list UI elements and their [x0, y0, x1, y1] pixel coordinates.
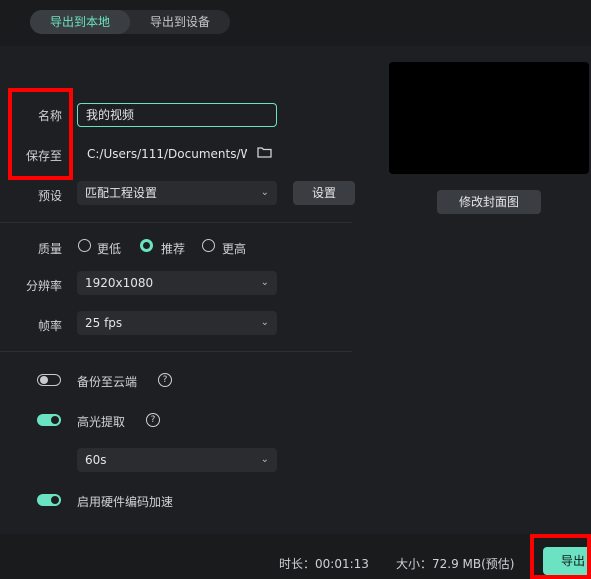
quality-radio-lower[interactable] [78, 239, 91, 252]
name-input[interactable]: 我的视频 [77, 103, 277, 127]
resolution-select[interactable]: 1920x1080 ⌄ [77, 271, 277, 295]
quality-option-recommended: 推荐 [161, 242, 186, 256]
settings-button[interactable]: 设置 [293, 181, 355, 205]
divider [0, 222, 352, 223]
video-preview [389, 62, 589, 174]
resolution-label: 分辨率 [25, 279, 62, 293]
highlight-duration-value: 60s [85, 453, 107, 467]
quality-option-lower: 更低 [97, 242, 122, 256]
cloud-backup-label: 备份至云端 [77, 375, 138, 389]
quality-radio-recommended[interactable] [140, 239, 153, 252]
quality-radio-higher[interactable] [202, 239, 215, 252]
preset-select[interactable]: 匹配工程设置 ⌄ [77, 181, 277, 205]
change-cover-button[interactable]: 修改封面图 [437, 190, 541, 214]
framerate-label: 帧率 [37, 319, 62, 333]
tab-export-local[interactable]: 导出到本地 [30, 10, 131, 34]
duration-text: 时长：00:01:13 [279, 557, 369, 571]
toggle-knob [51, 416, 59, 424]
resolution-value: 1920x1080 [85, 276, 154, 290]
framerate-select[interactable]: 25 fps ⌄ [77, 311, 277, 335]
highlight-label: 高光提取 [77, 415, 126, 429]
hw-accel-toggle[interactable] [37, 494, 61, 506]
quality-option-higher: 更高 [222, 242, 247, 256]
toggle-knob [40, 376, 48, 384]
size-text: 大小：72.9 MB(预估) [396, 557, 515, 571]
help-icon[interactable]: ? [158, 373, 172, 387]
save-path-input[interactable]: C:/Users/111/Documents/W [77, 142, 247, 166]
highlight-duration-select[interactable]: 60s ⌄ [77, 448, 277, 472]
chevron-down-icon: ⌄ [260, 317, 269, 328]
highlight-box-name-path [8, 88, 73, 180]
hw-accel-label: 启用硬件编码加速 [77, 495, 174, 509]
footer-bar: 时长：00:01:13 大小：72.9 MB(预估) 导出 [0, 534, 591, 579]
highlight-toggle[interactable] [37, 414, 61, 426]
chevron-down-icon: ⌄ [260, 277, 269, 288]
preset-label: 预设 [37, 189, 62, 203]
export-tab-group: 导出到本地 导出到设备 [30, 10, 231, 34]
top-bar: 导出到本地 导出到设备 [0, 0, 591, 46]
highlight-box-export [530, 534, 591, 579]
preset-value: 匹配工程设置 [85, 186, 158, 200]
tab-export-device[interactable]: 导出到设备 [130, 10, 230, 34]
cloud-backup-toggle[interactable] [37, 374, 61, 386]
toggle-knob [51, 496, 59, 504]
quality-label: 质量 [37, 242, 62, 256]
folder-icon[interactable] [257, 146, 272, 158]
divider [0, 351, 352, 352]
framerate-value: 25 fps [85, 316, 123, 330]
chevron-down-icon: ⌄ [260, 454, 269, 465]
chevron-down-icon: ⌄ [260, 187, 269, 198]
help-icon[interactable]: ? [146, 413, 160, 427]
